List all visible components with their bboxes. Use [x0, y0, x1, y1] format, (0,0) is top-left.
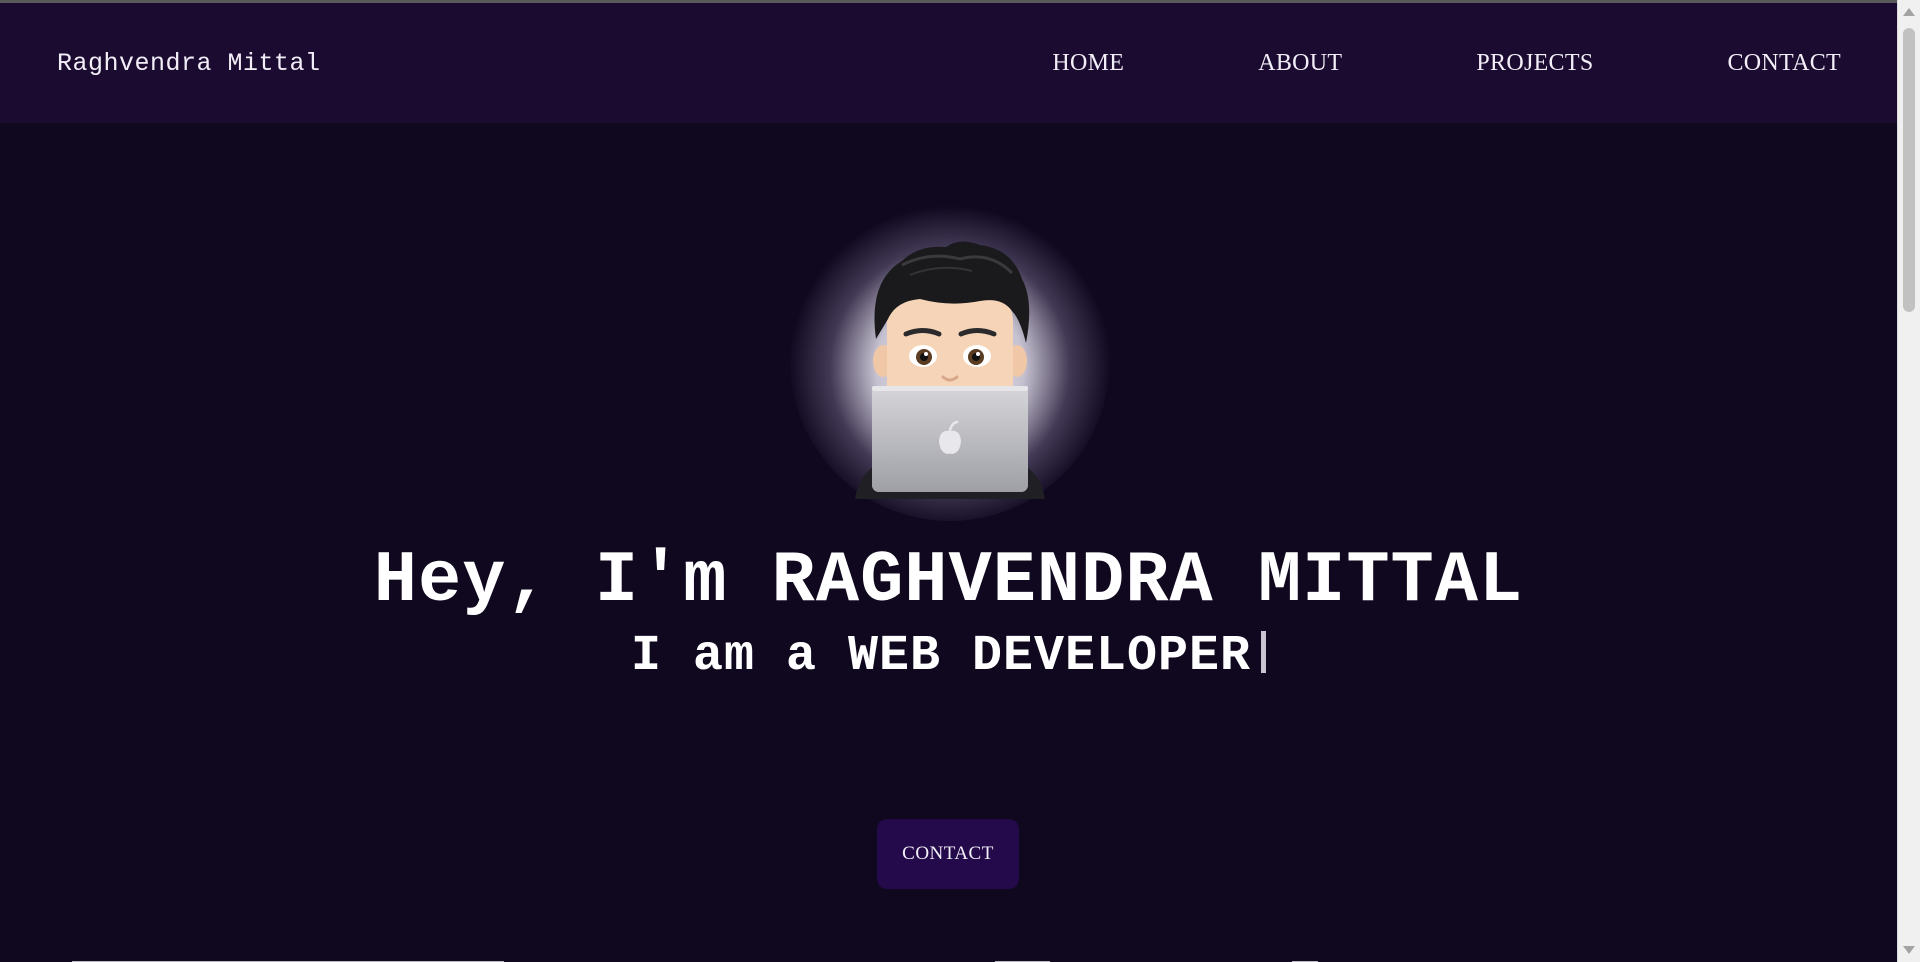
nav-links: HOME ABOUT PROJECTS CONTACT [1052, 50, 1841, 77]
memoji-laptop-avatar-icon [855, 241, 1045, 499]
browser-viewport: Raghvendra Mittal HOME ABOUT PROJECTS CO… [0, 0, 1897, 962]
avatar [790, 201, 1110, 521]
scroll-down-arrow-icon[interactable] [1903, 946, 1915, 954]
typed-text: I am a WEB DEVELOPER [630, 628, 1252, 685]
contact-button[interactable]: CONTACT [877, 819, 1019, 889]
nav-link-about[interactable]: ABOUT [1258, 50, 1342, 77]
nav-link-contact[interactable]: CONTACT [1727, 50, 1841, 77]
nav-link-projects[interactable]: PROJECTS [1476, 50, 1593, 77]
brand-name[interactable]: Raghvendra Mittal [57, 49, 321, 78]
scroll-up-arrow-icon[interactable] [1903, 8, 1915, 16]
hero-subline: I am a WEB DEVELOPER [0, 628, 1897, 685]
hero-section: Hey, I'm RAGHVENDRA MITTAL I am a WEB DE… [0, 123, 1897, 962]
scroll-thumb[interactable] [1903, 28, 1915, 312]
top-navbar: Raghvendra Mittal HOME ABOUT PROJECTS CO… [0, 3, 1897, 123]
nav-link-home[interactable]: HOME [1052, 50, 1124, 77]
vertical-scrollbar[interactable] [1897, 0, 1920, 962]
typing-cursor [1261, 631, 1267, 673]
hero-headline: Hey, I'm RAGHVENDRA MITTAL [373, 540, 1524, 622]
